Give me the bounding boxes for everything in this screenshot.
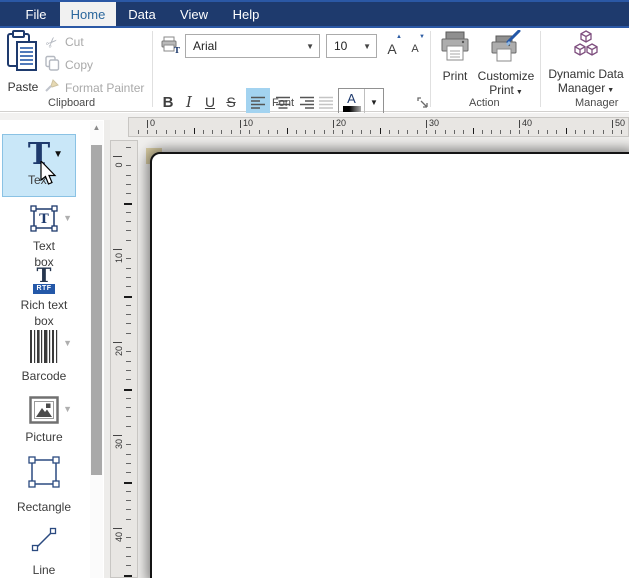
dynamic-data-manager-button[interactable]: Dynamic Data Manager▼ (548, 30, 624, 98)
tool-rectangle[interactable]: Rectangle (0, 454, 88, 515)
color-gradient-swatch (343, 106, 361, 112)
font-family-select[interactable]: Arial ▼ (185, 34, 320, 58)
font-group-label: Font (272, 97, 294, 109)
font-color-control: A ▼ (338, 88, 384, 116)
svg-text:T: T (174, 45, 180, 54)
svg-text:T: T (39, 212, 49, 227)
font-dialog-launcher[interactable] (417, 96, 429, 108)
print-button[interactable]: Print (437, 30, 473, 83)
tab-file[interactable]: File (12, 2, 60, 26)
paste-clipboard-icon (6, 30, 40, 79)
font-family-value: Arial (193, 39, 217, 53)
vertical-ruler: 010203040 (110, 140, 138, 578)
justify-button[interactable] (314, 88, 338, 116)
tool-text-box[interactable]: T ▼ Text box (0, 205, 88, 270)
tool-text[interactable]: T ▼ Text (2, 134, 76, 197)
group-separator (430, 31, 431, 107)
paste-button[interactable]: Paste (4, 30, 42, 92)
picture-icon (29, 396, 59, 429)
tool-barcode[interactable]: ▼ Barcode (0, 330, 88, 384)
text-box-icon: T (29, 205, 59, 238)
caret-up-icon: ▲ (396, 34, 402, 40)
bold-button[interactable]: B (158, 88, 178, 116)
chevron-down-icon: ▼ (306, 42, 314, 51)
customize-print-button[interactable]: Customize Print▼ (474, 30, 538, 100)
scrollbar-thumb[interactable] (91, 145, 102, 475)
format-painter-button[interactable]: Format Painter (44, 78, 144, 98)
tab-view[interactable]: View (168, 2, 220, 26)
horizontal-ruler: 01020304050 (128, 117, 629, 137)
object-toolbox: T ▼ Text T ▼ Text box (0, 120, 88, 578)
copy-button[interactable]: Copy (44, 55, 93, 75)
cubes-icon (570, 30, 602, 67)
design-canvas[interactable] (150, 152, 629, 578)
printer-font-icon[interactable]: T (161, 36, 180, 59)
rtf-badge: RTF (33, 284, 54, 294)
align-left-button[interactable] (246, 88, 270, 116)
caret-down-icon: ▼ (419, 34, 425, 40)
barcode-icon (29, 330, 59, 368)
mouse-cursor (40, 161, 58, 192)
chevron-down-icon: ▼ (607, 87, 614, 94)
group-separator (540, 31, 541, 107)
scissors-icon: ✂ (40, 30, 63, 53)
toolbox-scrollbar: ▲ (90, 121, 103, 578)
font-color-button[interactable]: A (339, 89, 364, 115)
paste-label: Paste (8, 80, 39, 94)
action-group-label: Action (469, 97, 500, 109)
printer-icon (439, 30, 471, 69)
customize-print-icon (488, 30, 524, 69)
design-workspace (104, 120, 629, 578)
font-size-value: 10 (334, 39, 347, 53)
tool-rich-text-box[interactable]: T RTF Rich text box (0, 266, 88, 329)
scrollbar-up-arrow[interactable]: ▲ (90, 123, 103, 132)
label-designer-window: File Home Data View Help Paste (0, 0, 629, 578)
ribbon: Paste ✂ Cut Copy Format Painter (0, 28, 629, 112)
line-icon (30, 526, 58, 559)
italic-button[interactable]: I (180, 88, 198, 116)
chevron-down-icon[interactable]: ▼ (63, 213, 72, 223)
copy-icon (44, 55, 60, 76)
manage-group-label: Manager (575, 97, 618, 109)
menu-bar: File Home Data View Help (0, 0, 629, 28)
tab-help[interactable]: Help (220, 2, 272, 26)
justify-icon (318, 96, 334, 109)
chevron-down-icon: ▼ (363, 42, 371, 51)
chevron-down-icon[interactable]: ▼ (53, 149, 63, 160)
underline-button[interactable]: U (200, 88, 220, 116)
grow-font-button[interactable]: A ▲ (381, 32, 403, 56)
tab-data[interactable]: Data (116, 2, 168, 26)
clipboard-group-label: Clipboard (48, 97, 95, 109)
font-color-dropdown[interactable]: ▼ (364, 89, 383, 115)
chevron-down-icon: ▼ (516, 89, 523, 96)
group-separator (152, 31, 153, 107)
tool-line[interactable]: Line (0, 526, 88, 578)
tool-picture[interactable]: ▼ Picture (0, 396, 88, 445)
align-right-icon (299, 96, 315, 109)
chevron-down-icon[interactable]: ▼ (63, 338, 72, 348)
cut-button[interactable]: ✂ Cut (44, 32, 84, 52)
rectangle-icon (26, 454, 62, 495)
shrink-font-button[interactable]: A ▼ (404, 32, 426, 56)
chevron-down-icon: ▼ (370, 98, 378, 107)
font-size-select[interactable]: 10 ▼ (326, 34, 377, 58)
chevron-down-icon[interactable]: ▼ (63, 404, 72, 414)
strikethrough-button[interactable]: S (221, 88, 241, 116)
rich-text-icon: T (37, 266, 52, 284)
tab-home[interactable]: Home (60, 2, 116, 26)
align-left-icon (250, 96, 266, 109)
format-painter-brush-icon (44, 78, 60, 99)
